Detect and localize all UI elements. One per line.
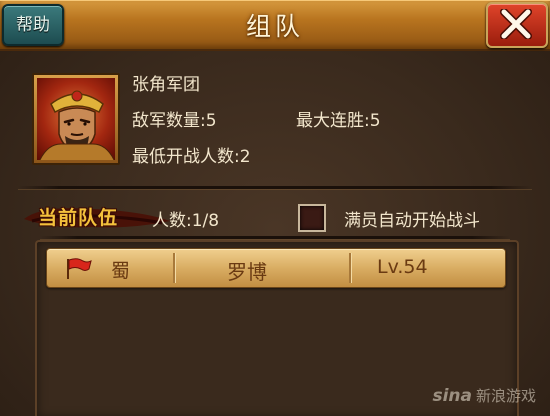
section-divider <box>18 186 532 189</box>
current-team-banner: 当前队伍 <box>22 199 172 235</box>
member-faction: 蜀 <box>111 260 131 282</box>
dialog-header: 帮助 组队 <box>0 0 550 51</box>
enemy-count-value: 5 <box>205 111 217 131</box>
team-dialog: 帮助 组队 张角军团 敌军数量:5 最大连胜:5 最低开战人数:2 当前队伍 人… <box>0 0 550 416</box>
min-players: 最低开战人数:2 <box>132 142 251 167</box>
close-button[interactable] <box>486 2 548 48</box>
team-divider <box>40 236 510 239</box>
max-streak: 最大连胜:5 <box>296 106 381 131</box>
dialog-title: 组队 <box>245 12 304 41</box>
auto-start-label: 满员自动开始战斗 <box>344 211 480 231</box>
enemy-count-label: 敌军数量: <box>132 111 206 131</box>
max-streak-value: 5 <box>369 111 381 131</box>
auto-start-checkbox[interactable] <box>298 204 326 232</box>
row-separator <box>173 253 175 283</box>
min-players-value: 2 <box>239 147 251 167</box>
current-team-label: 当前队伍 <box>38 207 119 229</box>
watermark-text: 新浪游戏 <box>475 387 536 405</box>
legion-name: 张角军团 <box>132 75 200 95</box>
red-flag-icon <box>67 258 92 279</box>
max-streak-label: 最大连胜: <box>296 111 370 131</box>
close-x-icon <box>500 9 532 39</box>
team-count: 人数:1/8 <box>152 206 219 231</box>
member-level: Lv.54 <box>377 256 428 278</box>
min-players-label: 最低开战人数: <box>132 147 240 167</box>
row-separator <box>349 253 351 283</box>
member-name: 罗博 <box>227 260 267 284</box>
general-portrait <box>37 78 115 160</box>
team-count-value: 1/8 <box>191 211 220 231</box>
sina-watermark: sina 新浪游戏 <box>432 385 536 406</box>
general-portrait-frame <box>32 73 120 165</box>
sina-logo-text: sina <box>432 386 472 406</box>
general-face-icon <box>39 90 115 160</box>
team-count-label: 人数: <box>152 211 192 231</box>
team-member-row[interactable]: 蜀 罗博 Lv.54 <box>46 248 506 288</box>
enemy-count: 敌军数量:5 <box>132 106 217 131</box>
